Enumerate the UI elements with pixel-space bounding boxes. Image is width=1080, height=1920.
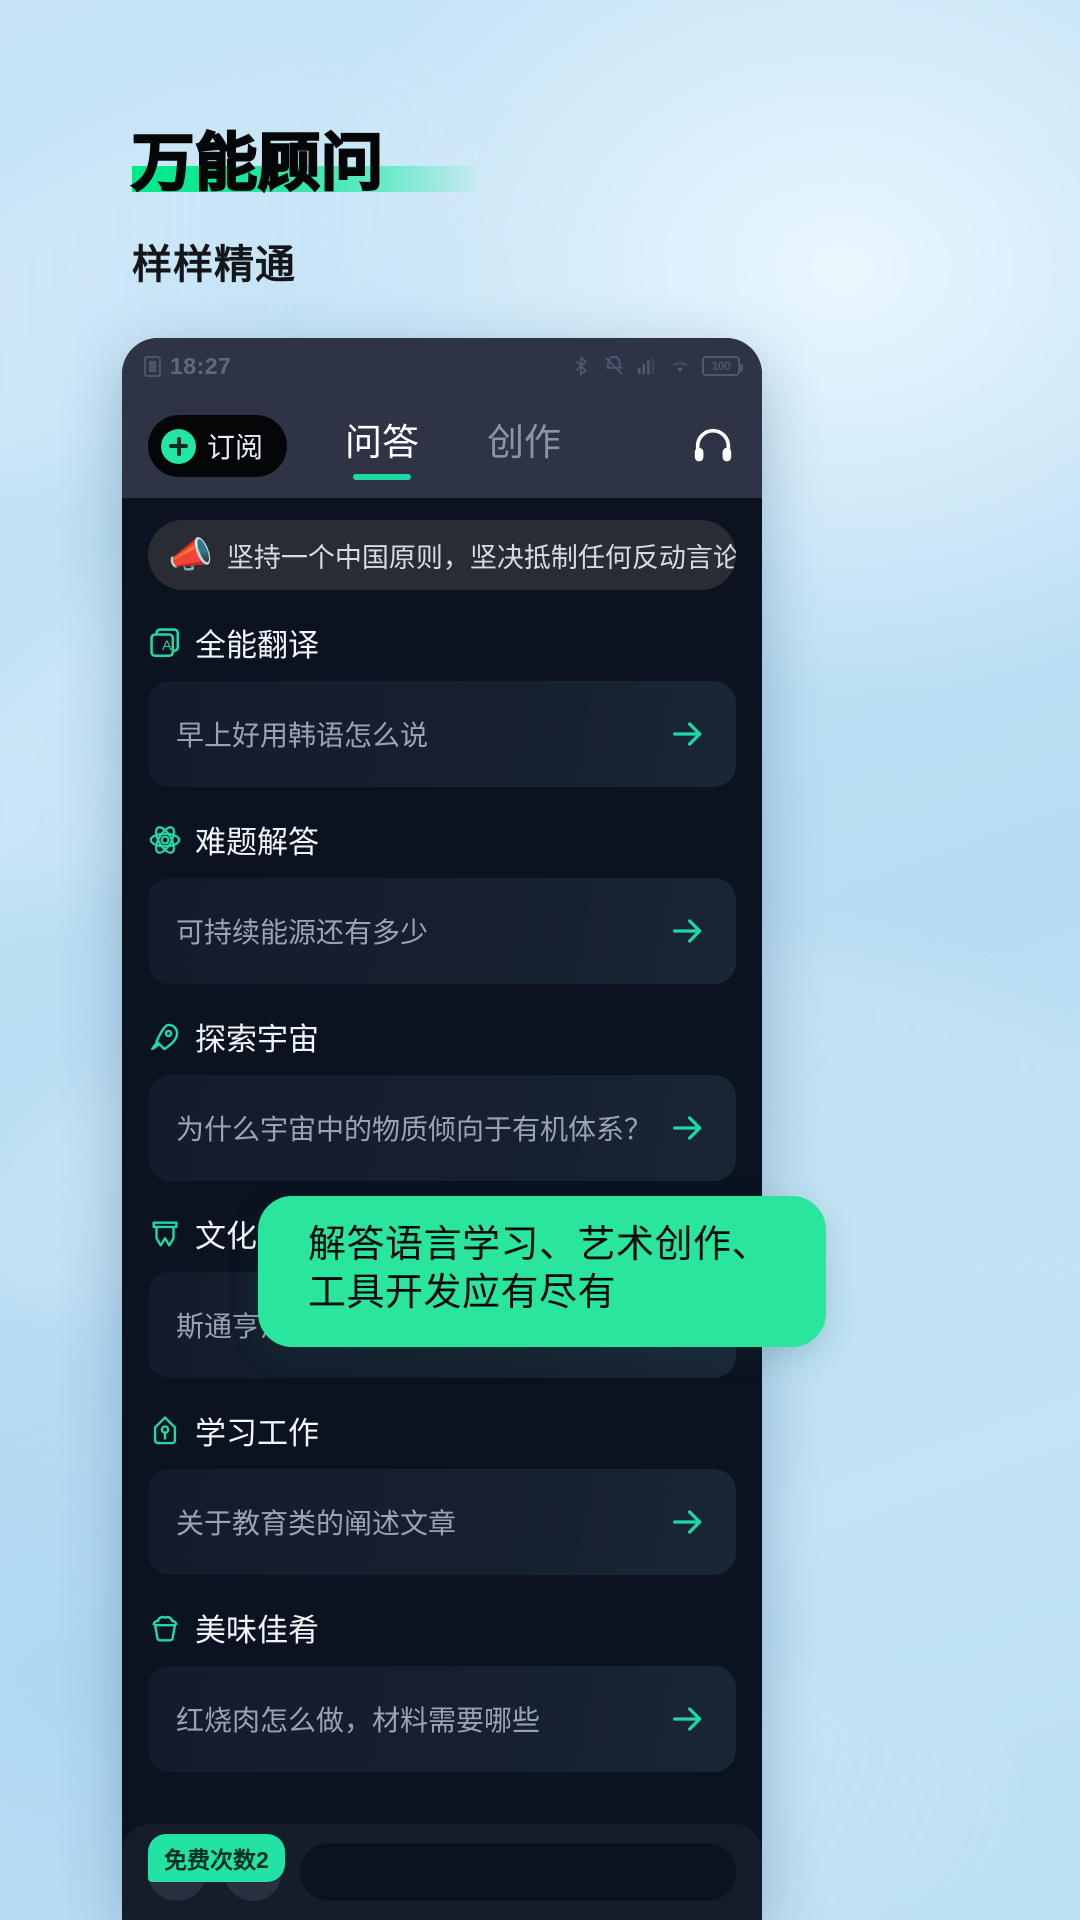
- status-bar-left: 18:27: [144, 353, 231, 380]
- question-text: 可持续能源还有多少: [176, 917, 429, 948]
- battery-icon: 100: [702, 356, 743, 376]
- section-header: 探索宇宙: [148, 1014, 736, 1059]
- page-subtitle: 样样精通: [132, 242, 296, 288]
- section-header: 难题解答: [148, 817, 736, 862]
- phone-mockup: 18:27 100 订阅 问答 创作 📣 坚持一个中国原则，坚决抵制任何反动言论…: [122, 338, 762, 1920]
- status-bar: 18:27 100: [122, 338, 762, 394]
- translate-icon: A: [150, 627, 180, 657]
- announcement-banner[interactable]: 📣 坚持一个中国原则，坚决抵制任何反动言论，立志建: [148, 520, 736, 590]
- question-card[interactable]: 早上好用韩语怎么说: [148, 681, 736, 787]
- question-text: 红烧肉怎么做，材料需要哪些: [176, 1705, 541, 1736]
- question-card[interactable]: 为什么宇宙中的物质倾向于有机体系？: [148, 1075, 736, 1181]
- arrow-right-icon[interactable]: [668, 1108, 708, 1148]
- section-title: 学习工作: [195, 1416, 319, 1451]
- question-card[interactable]: 红烧肉怎么做，材料需要哪些: [148, 1666, 736, 1772]
- tab-qa[interactable]: 问答: [345, 412, 419, 480]
- wifi-icon: [672, 361, 688, 373]
- section-delicious-food: 美味佳肴 红烧肉怎么做，材料需要哪些: [148, 1605, 736, 1772]
- announcement-text: 坚持一个中国原则，坚决抵制任何反动言论，立志建: [226, 542, 736, 573]
- arrow-right-icon[interactable]: [668, 714, 708, 754]
- arrow-right-icon[interactable]: [668, 1699, 708, 1739]
- question-text: 为什么宇宙中的物质倾向于有机体系？: [176, 1114, 653, 1145]
- feature-callout-text: 解答语言学习、艺术创作、 工具开发应有尽有: [308, 1224, 771, 1314]
- question-card[interactable]: 关于教育类的阐述文章: [148, 1469, 736, 1575]
- section-header: 美味佳肴: [148, 1605, 736, 1650]
- question-text: 关于教育类的阐述文章: [176, 1508, 457, 1539]
- section-title: 难题解答: [195, 825, 319, 860]
- megaphone-icon: 📣: [168, 534, 213, 575]
- section-translate: A 全能翻译 早上好用韩语怎么说: [148, 620, 736, 787]
- section-title: 美味佳肴: [195, 1613, 319, 1648]
- section-title: 探索宇宙: [195, 1022, 319, 1057]
- svg-text:A: A: [162, 638, 172, 654]
- arrow-right-icon[interactable]: [668, 1502, 708, 1542]
- section-problem-solving: 难题解答 可持续能源还有多少: [148, 817, 736, 984]
- cupcake-icon: [152, 1615, 178, 1642]
- section-header: A 全能翻译: [148, 620, 736, 665]
- headline-block: 万能顾问 样样精通: [131, 126, 477, 290]
- free-count-badge: 免费次数2: [148, 1834, 285, 1882]
- status-bar-right: 100: [570, 355, 743, 377]
- battery-level: 100: [711, 359, 731, 373]
- question-card[interactable]: 可持续能源还有多少: [148, 878, 736, 984]
- mute-icon: [605, 356, 623, 375]
- headline-row: 万能顾问: [131, 126, 477, 199]
- section-study-work: 学习工作 关于教育类的阐述文章: [148, 1408, 736, 1575]
- section-explore-universe: 探索宇宙 为什么宇宙中的物质倾向于有机体系？: [148, 1014, 736, 1181]
- signal-icon: [637, 357, 655, 375]
- rocket-icon: [151, 1023, 179, 1050]
- tab-bar: 问答 创作: [345, 412, 561, 480]
- bluetooth-icon: [575, 355, 587, 377]
- pen-icon: [153, 1415, 177, 1444]
- arrow-right-icon[interactable]: [668, 911, 708, 951]
- subscribe-button[interactable]: 订阅: [148, 415, 288, 477]
- sim-card-icon: [144, 355, 161, 377]
- headset-icon[interactable]: [690, 423, 736, 469]
- status-time: 18:27: [170, 352, 232, 379]
- subscribe-label: 订阅: [207, 432, 264, 463]
- scroll-icon: [152, 1220, 178, 1247]
- question-text: 早上好用韩语怎么说: [176, 720, 429, 751]
- feature-callout: 解答语言学习、艺术创作、 工具开发应有尽有: [258, 1196, 826, 1347]
- atom-icon: [149, 825, 181, 854]
- plus-circle-icon: [161, 428, 196, 464]
- section-header: 学习工作: [148, 1408, 736, 1453]
- top-navigation: 订阅 问答 创作: [122, 394, 762, 498]
- section-title: 全能翻译: [195, 628, 319, 663]
- tab-create[interactable]: 创作: [487, 412, 561, 480]
- message-input[interactable]: [300, 1843, 736, 1901]
- page-title: 万能顾问: [131, 126, 385, 199]
